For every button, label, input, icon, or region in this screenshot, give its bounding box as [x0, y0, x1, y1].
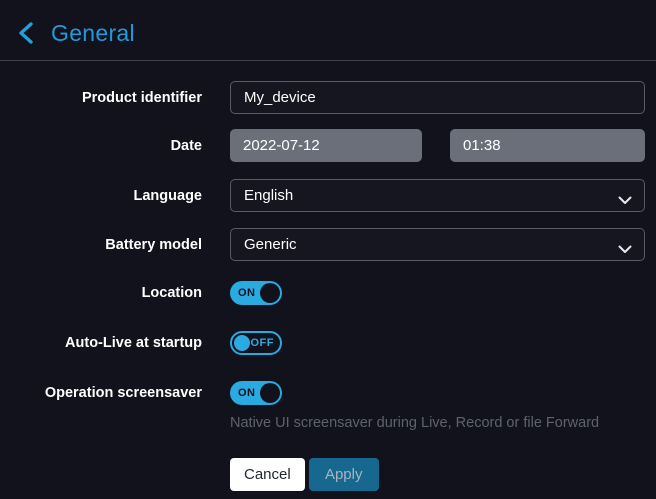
product-identifier-label: Product identifier [0, 90, 202, 106]
toggle-knob [260, 283, 280, 303]
cancel-button[interactable]: Cancel [230, 458, 305, 491]
operation-screensaver-row: Operation screensaver ON [0, 381, 645, 405]
product-identifier-input[interactable] [230, 81, 645, 114]
battery-model-select[interactable]: Generic [230, 228, 645, 261]
action-buttons: Cancel Apply [230, 458, 645, 491]
chevron-down-icon [618, 241, 632, 258]
chevron-left-icon [17, 22, 35, 44]
language-label: Language [0, 188, 202, 204]
page-header: General [0, 0, 656, 61]
operation-screensaver-label: Operation screensaver [0, 385, 202, 401]
apply-button[interactable]: Apply [309, 458, 379, 491]
location-toggle[interactable]: ON [230, 281, 282, 305]
toggle-state-text: ON [238, 387, 256, 399]
chevron-down-icon [618, 192, 632, 209]
battery-model-label: Battery model [0, 237, 202, 253]
location-row: Location ON [0, 281, 645, 305]
operation-screensaver-toggle[interactable]: ON [230, 381, 282, 405]
battery-model-selected-value: Generic [244, 236, 297, 253]
language-row: Language English [0, 179, 645, 212]
page-title: General [51, 20, 135, 47]
auto-live-toggle[interactable]: OFF [230, 331, 282, 355]
date-row: Date [0, 129, 645, 162]
back-button[interactable] [14, 21, 38, 45]
time-input[interactable] [450, 129, 645, 162]
location-label: Location [0, 285, 202, 301]
date-input[interactable] [230, 129, 422, 162]
toggle-knob [260, 383, 280, 403]
screensaver-helper-text: Native UI screensaver during Live, Recor… [230, 415, 645, 432]
date-label: Date [0, 138, 202, 154]
language-select[interactable]: English [230, 179, 645, 212]
toggle-knob [234, 335, 250, 351]
language-selected-value: English [244, 187, 293, 204]
toggle-state-text: ON [238, 287, 256, 299]
auto-live-row: Auto-Live at startup OFF [0, 331, 645, 355]
battery-model-row: Battery model Generic [0, 228, 645, 261]
product-identifier-row: Product identifier [0, 81, 645, 114]
auto-live-label: Auto-Live at startup [0, 335, 202, 351]
toggle-state-text: OFF [251, 337, 275, 349]
